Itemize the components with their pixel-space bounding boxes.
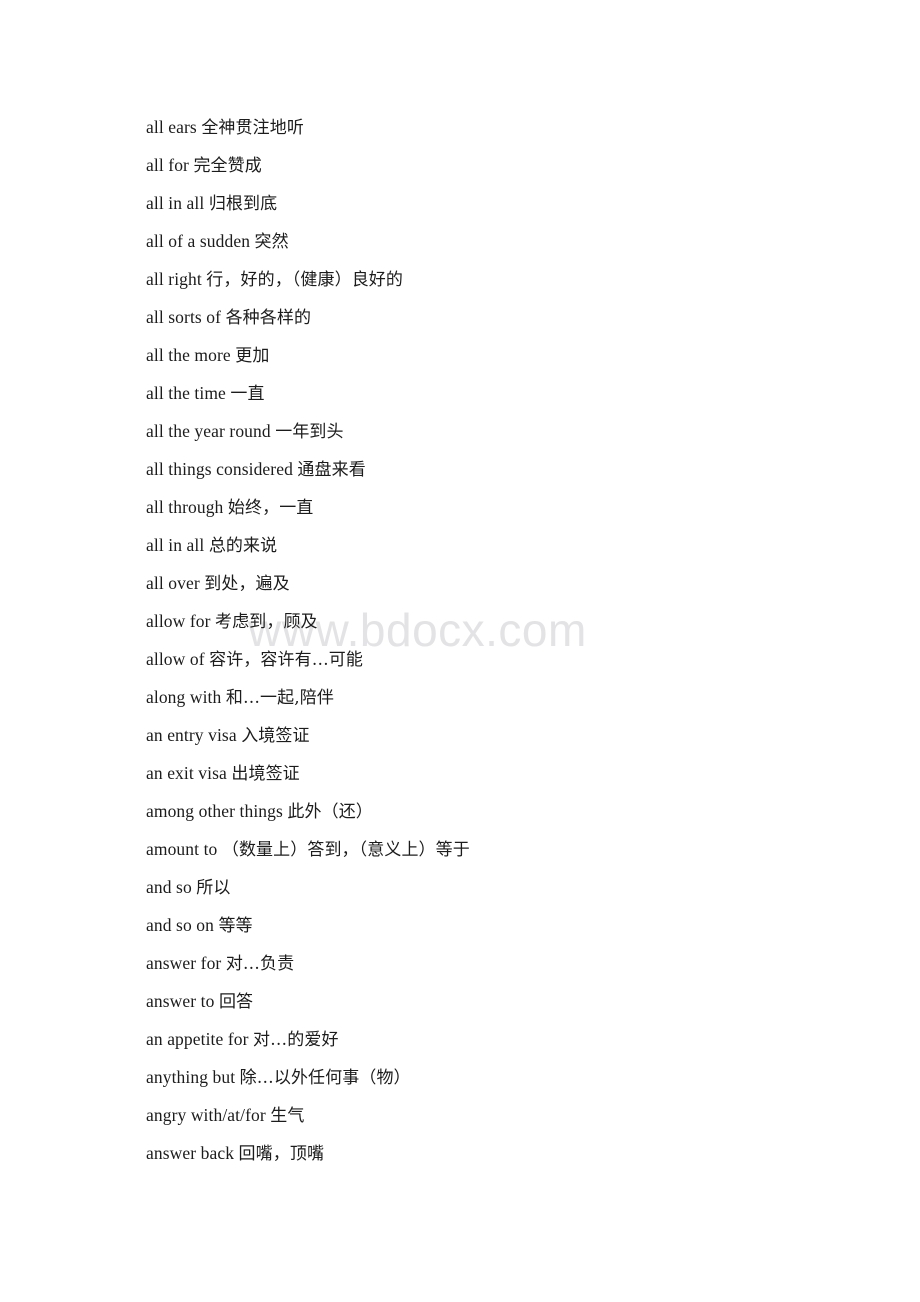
vocabulary-entry: all in all 归根到底 — [0, 184, 920, 222]
vocabulary-entry: an entry visa 入境签证 — [0, 716, 920, 754]
vocabulary-entry: all the year round 一年到头 — [0, 412, 920, 450]
entry-gloss: 一直 — [230, 384, 265, 404]
entry-term: an appetite for — [146, 1029, 254, 1049]
entry-term: allow of — [146, 649, 210, 669]
entry-gloss: 和…一起,陪伴 — [225, 688, 334, 708]
entry-gloss: 回答 — [218, 992, 254, 1012]
entry-gloss: 总的来说 — [208, 536, 278, 556]
entry-term: amount to — [146, 839, 222, 859]
entry-gloss: 完全赞成 — [193, 156, 262, 176]
entry-gloss: 一年到头 — [275, 422, 344, 442]
entry-gloss: 出境签证 — [231, 764, 300, 784]
entry-term: along with — [146, 687, 226, 707]
entry-term: all of a sudden — [146, 231, 255, 251]
entry-term: all over — [146, 573, 205, 593]
entry-term: anything but — [146, 1067, 240, 1087]
entry-gloss: 所以 — [196, 878, 231, 898]
entry-gloss: 各种各样的 — [225, 308, 312, 328]
vocabulary-entry: answer to 回答 — [0, 982, 920, 1020]
entry-term: all sorts of — [146, 307, 226, 327]
entry-gloss: 等等 — [218, 916, 253, 936]
vocabulary-entry: allow for 考虑到，顾及 — [0, 602, 920, 640]
vocabulary-entry: amount to （数量上）答到，（意义上）等于 — [0, 830, 920, 868]
vocabulary-entry: all through 始终，一直 — [0, 488, 920, 526]
vocabulary-entry: all ears 全神贯注地听 — [0, 108, 920, 146]
vocabulary-entry: answer back 回嘴，顶嘴 — [0, 1134, 920, 1172]
entry-term: and so — [146, 877, 197, 897]
vocabulary-entry: along with 和…一起,陪伴 — [0, 678, 920, 716]
entry-term: answer to — [146, 991, 219, 1011]
vocabulary-entry: all in all 总的来说 — [0, 526, 920, 564]
vocabulary-entry: all over 到处，遍及 — [0, 564, 920, 602]
entry-term: all ears — [146, 117, 202, 137]
entry-gloss: 生气 — [270, 1106, 305, 1126]
entry-gloss: 容许，容许有…可能 — [209, 650, 364, 670]
entry-gloss: 全神贯注地听 — [201, 118, 304, 138]
entry-gloss: （数量上）答到，（意义上）等于 — [221, 840, 470, 860]
entry-gloss: 对…的爱好 — [253, 1030, 339, 1050]
vocabulary-entry: among other things 此外（还） — [0, 792, 920, 830]
entry-term: and so on — [146, 915, 219, 935]
entry-term: answer for — [146, 953, 226, 973]
vocabulary-entry: all of a sudden 突然 — [0, 222, 920, 260]
entry-term: among other things — [146, 801, 288, 821]
entry-gloss: 除…以外任何事（物） — [239, 1068, 411, 1088]
entry-gloss: 始终，一直 — [227, 498, 314, 518]
entry-gloss: 归根到底 — [208, 194, 278, 214]
entry-term: all through — [146, 497, 228, 517]
vocabulary-entry: answer for 对…负责 — [0, 944, 920, 982]
entry-term: all for — [146, 155, 194, 175]
entry-gloss: 通盘来看 — [297, 460, 366, 480]
entry-gloss: 入境签证 — [241, 726, 310, 746]
vocabulary-entry: and so 所以 — [0, 868, 920, 906]
vocabulary-entry: all for 完全赞成 — [0, 146, 920, 184]
entry-term: angry with/at/for — [146, 1105, 271, 1125]
vocabulary-entry: all the time 一直 — [0, 374, 920, 412]
vocabulary-list: all ears 全神贯注地听 all for 完全赞成 all in all 归根… — [0, 0, 920, 1172]
entry-gloss: 突然 — [254, 232, 289, 252]
entry-gloss: 行，好的，（健康）良好的 — [206, 270, 403, 290]
entry-term: all the more — [146, 345, 236, 365]
entry-term: answer back — [146, 1143, 239, 1163]
entry-gloss: 更加 — [235, 346, 270, 366]
entry-term: an exit visa — [146, 763, 232, 783]
vocabulary-entry: all the more 更加 — [0, 336, 920, 374]
entry-term: all in all — [146, 535, 209, 555]
vocabulary-entry: an exit visa 出境签证 — [0, 754, 920, 792]
entry-term: all the year round — [146, 421, 276, 441]
vocabulary-entry: anything but 除…以外任何事（物） — [0, 1058, 920, 1096]
entry-gloss: 回嘴，顶嘴 — [238, 1144, 325, 1164]
entry-term: all things considered — [146, 459, 298, 479]
vocabulary-entry: and so on 等等 — [0, 906, 920, 944]
entry-term: all right — [146, 269, 207, 289]
entry-gloss: 对…负责 — [225, 954, 295, 974]
vocabulary-entry: all things considered 通盘来看 — [0, 450, 920, 488]
vocabulary-entry: allow of 容许，容许有…可能 — [0, 640, 920, 678]
entry-gloss: 此外（还） — [287, 802, 373, 822]
entry-term: all in all — [146, 193, 209, 213]
entry-term: allow for — [146, 611, 216, 631]
vocabulary-entry: all sorts of 各种各样的 — [0, 298, 920, 336]
entry-term: an entry visa — [146, 725, 242, 745]
vocabulary-entry: an appetite for 对…的爱好 — [0, 1020, 920, 1058]
document-page: www.bdocx.com all ears 全神贯注地听 all for 完全赞… — [0, 0, 920, 1302]
vocabulary-entry: angry with/at/for 生气 — [0, 1096, 920, 1134]
entry-term: all the time — [146, 383, 231, 403]
entry-gloss: 到处，遍及 — [204, 574, 290, 594]
entry-gloss: 考虑到，顾及 — [215, 612, 318, 632]
vocabulary-entry: all right 行，好的，（健康）良好的 — [0, 260, 920, 298]
